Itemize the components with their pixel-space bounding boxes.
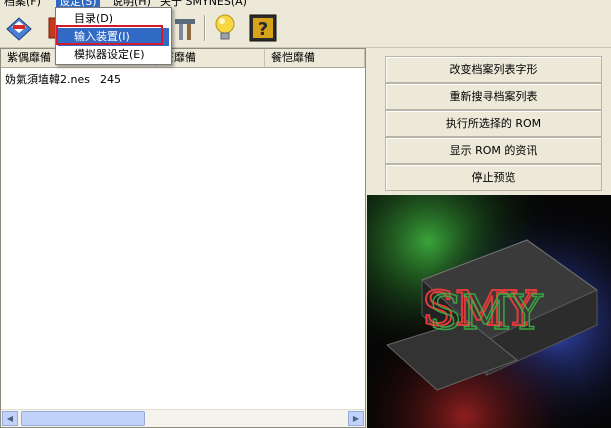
tips-button[interactable] bbox=[208, 12, 242, 44]
settings-menu: 目录(D) 输入装置(I) 模拟器设定(E) bbox=[55, 7, 172, 65]
list-item[interactable]: 妫氣須埴韓2.nes 245 bbox=[5, 71, 121, 87]
run-selected-rom-button[interactable]: 执行所选择的 ROM bbox=[385, 110, 602, 137]
column-header-3[interactable]: 餐恺靡備 bbox=[265, 49, 365, 67]
tools-icon bbox=[175, 19, 195, 40]
horizontal-scrollbar[interactable]: ◀ ▶ bbox=[1, 409, 365, 427]
change-list-font-button[interactable]: 改变档案列表字形 bbox=[385, 56, 602, 83]
menu-item-emulator-settings[interactable]: 模拟器设定(E) bbox=[58, 46, 169, 64]
help-icon: ? bbox=[249, 14, 277, 42]
menu-item-directory[interactable]: 目录(D) bbox=[58, 10, 169, 28]
svg-text:SMY: SMY bbox=[429, 285, 544, 341]
show-rom-info-button[interactable]: 显示 ROM 的资讯 bbox=[385, 137, 602, 164]
svg-text:?: ? bbox=[258, 19, 268, 40]
help-button[interactable]: ? bbox=[246, 12, 280, 44]
menu-bar: 档案(F) 设定(S) 说明(H) 关于 SMYNES(A) bbox=[0, 0, 611, 9]
rom-value: 245 bbox=[99, 73, 121, 86]
scroll-left-arrow-icon[interactable]: ◀ bbox=[2, 411, 18, 426]
open-rom-icon bbox=[6, 17, 32, 41]
open-rom-button[interactable] bbox=[2, 12, 36, 44]
scroll-right-arrow-icon[interactable]: ▶ bbox=[348, 411, 364, 426]
tools-button[interactable] bbox=[168, 12, 202, 44]
lightbulb-icon bbox=[215, 14, 235, 40]
preview-artwork: SMY SMY bbox=[367, 195, 611, 428]
rescan-list-button[interactable]: 重新搜寻档案列表 bbox=[385, 83, 602, 110]
scroll-thumb[interactable] bbox=[21, 411, 145, 426]
rom-list-panel[interactable]: 紫偶靡備 芒靡備 餐恺靡備 妫氣須埴韓2.nes 245 ◀ ▶ bbox=[0, 48, 366, 428]
rom-file-name: 妫氣須埴韓2.nes bbox=[5, 73, 90, 86]
toolbar-separator bbox=[204, 15, 206, 41]
rom-preview-image: SMY SMY bbox=[367, 195, 611, 428]
stop-preview-button[interactable]: 停止预览 bbox=[385, 164, 602, 191]
menu-item-input-devices[interactable]: 输入装置(I) bbox=[58, 28, 169, 46]
column-header-2[interactable]: 芒靡備 bbox=[157, 49, 265, 67]
